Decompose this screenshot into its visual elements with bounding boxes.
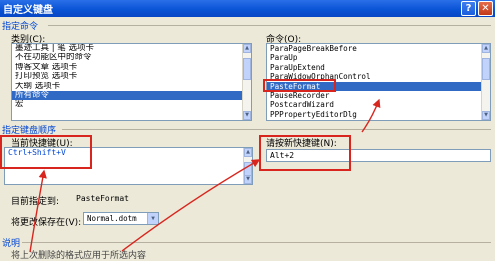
arrow-to-command (361, 98, 381, 133)
arrow-to-new-key (121, 159, 261, 252)
annotation-arrows (29, 98, 381, 253)
arrow-to-current-keys (29, 169, 47, 253)
